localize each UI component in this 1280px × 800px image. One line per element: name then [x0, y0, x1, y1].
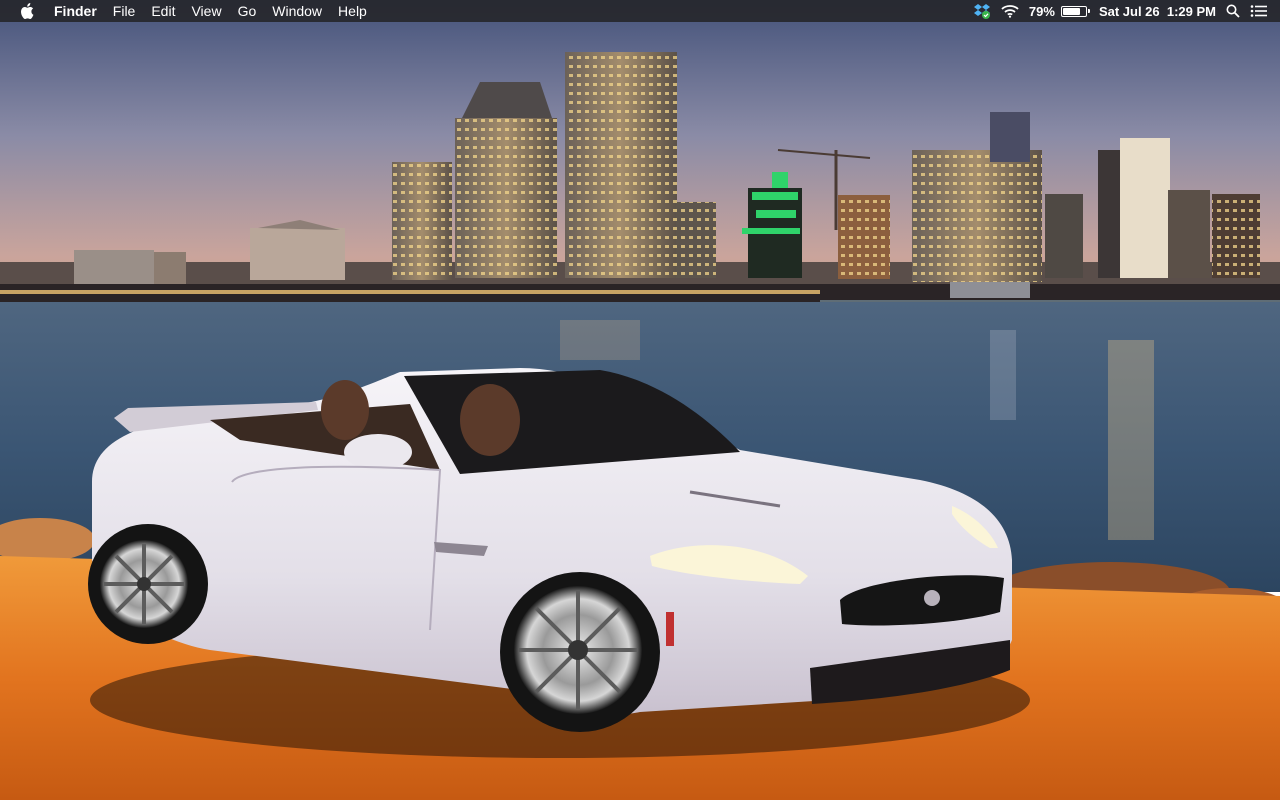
wifi-icon[interactable]: [1001, 0, 1019, 22]
menu-edit[interactable]: Edit: [143, 0, 183, 22]
battery-percent: 79%: [1028, 3, 1055, 19]
desktop-wallpaper: [0, 0, 1280, 800]
notification-center-icon[interactable]: [1250, 0, 1268, 22]
apple-logo-icon[interactable]: [18, 0, 36, 22]
menu-app-name[interactable]: Finder: [54, 0, 105, 22]
menu-file[interactable]: File: [105, 0, 144, 22]
dropbox-icon[interactable]: [973, 0, 991, 22]
date-time-clock[interactable]: Sat Jul 26 1:29 PM: [1099, 0, 1216, 22]
menu-go[interactable]: Go: [230, 0, 265, 22]
menu-bar-status-area: 79% Sat Jul 26 1:29 PM: [963, 0, 1280, 22]
menu-help[interactable]: Help: [330, 0, 375, 22]
battery-level-fill: [1062, 7, 1080, 15]
battery-status[interactable]: 79%: [1028, 0, 1090, 22]
search-icon[interactable]: [1226, 0, 1240, 22]
battery-icon: [1060, 5, 1090, 17]
menu-view[interactable]: View: [183, 0, 229, 22]
menu-bar: Finder File Edit View Go Window Help 79%…: [0, 0, 1280, 22]
desktop: Finder File Edit View Go Window Help 79%…: [0, 0, 1280, 800]
menu-bar-left: Finder File Edit View Go Window Help: [0, 0, 375, 22]
menu-window[interactable]: Window: [264, 0, 330, 22]
